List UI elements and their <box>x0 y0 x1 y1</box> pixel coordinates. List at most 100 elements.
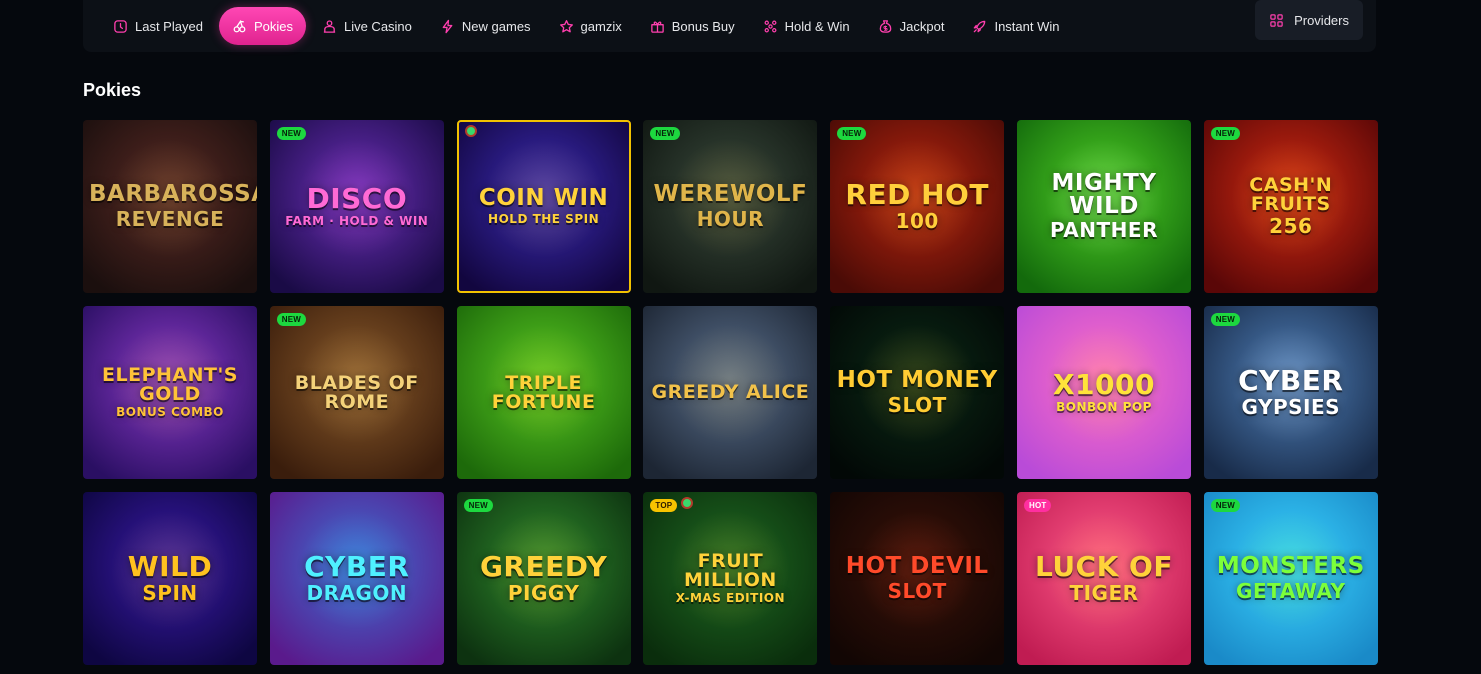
game-badge: NEW <box>276 127 307 140</box>
game-badge: NEW <box>1210 127 1241 140</box>
game-subtitle: Bonbon Pop <box>1056 400 1152 415</box>
game-title-text: Mighty Wild <box>1051 170 1157 219</box>
cherries-icon <box>233 19 246 32</box>
game-badge: NEW <box>650 127 680 140</box>
nav-item-label: Last Played <box>135 18 203 34</box>
providers-grid-icon <box>1270 13 1283 27</box>
game-tile[interactable]: Elephant's Gold Bonus Combo <box>83 306 257 479</box>
game-title: Monsters Getaway <box>1204 555 1378 601</box>
game-tile[interactable]: Wild Spin <box>83 492 257 665</box>
game-title: Hot Money Slot <box>830 369 1004 415</box>
nav-last-played[interactable]: Last Played <box>101 7 215 45</box>
game-title-text: Coin Win <box>478 185 609 212</box>
gift-icon <box>650 20 664 33</box>
game-subtitle: 100 <box>895 209 939 234</box>
game-subtitle: Tiger <box>1069 581 1139 606</box>
game-title-text: Cash'n Fruits <box>1249 174 1333 215</box>
game-title-text: Hot Devil <box>845 553 989 580</box>
game-title-text: Blades of Rome <box>294 371 419 413</box>
game-title-text: Greedy <box>479 549 608 583</box>
game-subtitle: Spin <box>142 581 198 606</box>
dealer-icon <box>323 19 336 33</box>
game-title-text: Cyber <box>1238 363 1344 397</box>
game-tile[interactable]: NEW Cyber Gypsies <box>1203 306 1378 479</box>
providers-button[interactable]: Providers <box>1255 0 1363 40</box>
nav-gamzix[interactable]: gamzix <box>547 7 634 45</box>
nav-bonus-buy[interactable]: Bonus Buy <box>638 7 747 45</box>
game-tile[interactable]: Triple Fortune <box>456 306 631 479</box>
nav-item-label: gamzix <box>580 18 622 34</box>
game-tile[interactable]: Hot Devil Slot <box>830 492 1005 665</box>
nav-live-casino[interactable]: Live Casino <box>310 7 424 45</box>
nav-jackpot[interactable]: Jackpot <box>866 7 957 45</box>
game-title: Disco Farm · Hold & Win <box>270 184 444 229</box>
clock-icon <box>114 19 127 33</box>
game-tile[interactable]: NEW Werewolf Hour <box>643 120 818 293</box>
provider-mark-icon <box>681 497 694 509</box>
game-tile[interactable]: NEW Disco Farm · Hold & Win <box>269 120 444 293</box>
nav-instant-win[interactable]: Instant Win <box>960 7 1071 45</box>
game-title-text: Werewolf <box>653 181 808 208</box>
game-subtitle: Revenge <box>115 206 225 231</box>
game-tile[interactable]: Cyber Dragon <box>269 492 444 665</box>
game-title: Red Hot 100 <box>830 180 1004 234</box>
game-badge: NEW <box>276 313 307 326</box>
nav-item-label: Pokies <box>253 18 293 34</box>
game-title: Hot Devil Slot <box>830 555 1004 601</box>
nav-new-games[interactable]: New games <box>428 7 543 45</box>
game-subtitle: 256 <box>1269 214 1313 239</box>
game-title: Greedy Alice <box>643 383 817 402</box>
game-title-text: Monsters <box>1216 553 1365 580</box>
game-subtitle: X-mas Edition <box>675 591 786 606</box>
game-tile[interactable]: TOP Fruit Million X-mas Edition <box>643 492 818 665</box>
game-tile[interactable]: NEW Blades of Rome <box>269 306 444 479</box>
game-title: Cash'n Fruits 256 <box>1204 176 1378 237</box>
game-subtitle: Panther <box>1049 218 1158 243</box>
game-title-text: Elephant's Gold <box>102 364 238 405</box>
game-title-text: Barbarossa <box>89 181 257 208</box>
dots-grid-icon <box>764 20 777 32</box>
game-tile[interactable]: NEW Red Hot 100 <box>830 120 1005 293</box>
nav-pokies[interactable]: Pokies <box>218 7 306 45</box>
game-title: Mighty Wild Panther <box>1017 172 1191 241</box>
game-title: Wild Spin <box>83 552 257 606</box>
game-title-text: Luck of <box>1034 549 1173 583</box>
game-tile[interactable]: Barbarossa Revenge <box>83 120 257 293</box>
game-title: Barbarossa Revenge <box>83 183 257 229</box>
game-badge: TOP <box>650 499 678 512</box>
game-title-text: Triple Fortune <box>491 371 596 413</box>
nav-item-label: Hold & Win <box>784 18 850 34</box>
nav-hold-win[interactable]: Hold & Win <box>751 7 862 45</box>
game-title-text: Cyber <box>304 549 410 583</box>
game-title: Cyber Dragon <box>270 549 444 604</box>
providers-label: Providers <box>1294 12 1349 28</box>
game-subtitle: Farm · Hold & Win <box>285 214 429 229</box>
game-tile[interactable]: Greedy Alice <box>643 306 818 479</box>
game-tile[interactable]: Mighty Wild Panther <box>1016 120 1191 293</box>
game-title: Greedy Piggy <box>457 549 631 604</box>
game-tile[interactable]: HOT Luck of Tiger <box>1016 492 1191 665</box>
game-subtitle: Gypsies <box>1241 395 1341 420</box>
game-title-text: Greedy Alice <box>651 381 810 404</box>
nav-item-label: Jackpot <box>899 18 945 34</box>
game-tile[interactable]: NEW Greedy Piggy <box>456 492 631 665</box>
game-title: Luck of Tiger <box>1017 549 1191 606</box>
game-subtitle: Hold the Spin <box>488 211 600 226</box>
category-nav: Last Played Pokies Live Casino New games gam… <box>83 0 1376 52</box>
game-title: Coin Win Hold the Spin <box>457 187 631 225</box>
game-title: Werewolf Hour <box>643 183 817 229</box>
game-tile[interactable]: NEW Monsters Getaway <box>1203 492 1378 665</box>
nav-item-label: Live Casino <box>343 18 412 34</box>
game-tile[interactable]: NEW Cash'n Fruits 256 <box>1203 120 1378 293</box>
game-title: Triple Fortune <box>457 371 631 413</box>
game-tile[interactable]: x1000 Bonbon Pop <box>1016 306 1191 479</box>
provider-mark-icon <box>464 125 477 137</box>
game-subtitle: Getaway <box>1236 578 1346 603</box>
game-tile[interactable]: Coin Win Hold the Spin <box>456 120 631 293</box>
game-title: Elephant's Gold Bonus Combo <box>83 366 257 419</box>
game-subtitle: Hour <box>696 206 765 231</box>
game-tile[interactable]: Hot Money Slot <box>830 306 1005 479</box>
game-badge: HOT <box>1023 499 1052 512</box>
game-badge: NEW <box>1210 499 1241 512</box>
game-title: x1000 Bonbon Pop <box>1017 370 1191 415</box>
